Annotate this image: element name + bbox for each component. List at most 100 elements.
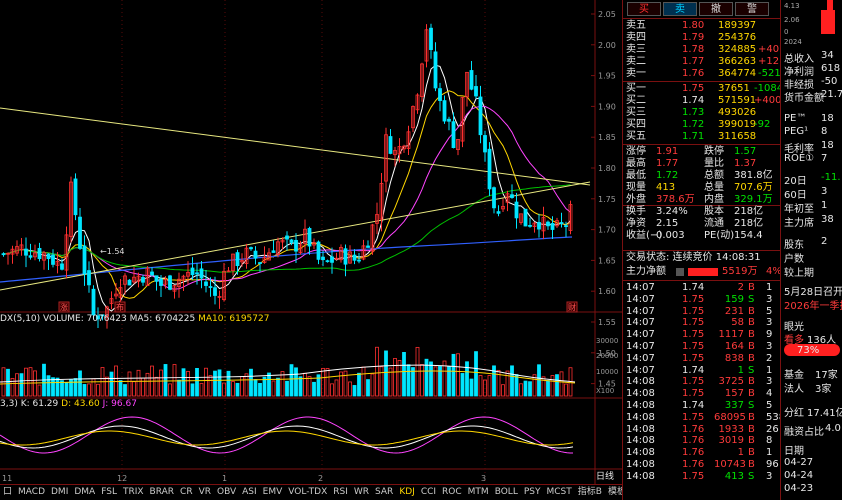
kdj-legend: 3,3) K: 61.29 D: 43.60 J: 96.67 bbox=[0, 399, 137, 409]
ask-label: 卖一 bbox=[626, 68, 646, 79]
volume-bar bbox=[501, 384, 505, 397]
indicator-tab[interactable]: 口 bbox=[0, 485, 15, 500]
price-tick-label: 1.80 bbox=[598, 164, 616, 173]
indicator-tab[interactable]: FSL bbox=[98, 485, 120, 500]
indicator-tab[interactable]: DMI bbox=[48, 485, 71, 500]
indicator-tab[interactable]: VOL-TDX bbox=[285, 485, 330, 500]
candle-body bbox=[1, 253, 6, 256]
candle-body bbox=[429, 27, 433, 50]
bid-label: 买四 bbox=[626, 119, 646, 130]
candle-body bbox=[141, 277, 145, 283]
volume-bar bbox=[348, 381, 352, 397]
trade-button[interactable]: 警 bbox=[735, 2, 769, 16]
indicator-tab[interactable]: MACD bbox=[15, 485, 48, 500]
indicator-tab[interactable]: EMV bbox=[260, 485, 286, 500]
volume-bar bbox=[82, 384, 87, 397]
volume-bar bbox=[555, 374, 559, 397]
main-flow-row: 主力净额 5519万 4% bbox=[626, 266, 782, 278]
volume-bar bbox=[172, 364, 177, 397]
volume-bar bbox=[118, 380, 123, 397]
ask-row[interactable]: 卖二 1.77 366263 +12 bbox=[626, 56, 779, 68]
ask-row[interactable]: 卖三 1.78 324885 +407 bbox=[626, 44, 785, 56]
ask-row[interactable]: 卖四 1.79 254376 bbox=[626, 32, 778, 44]
order-book-panel: 买卖撤警卖五 1.80 189397 卖四 1.79 254376 卖三 1.78 324885… bbox=[622, 0, 789, 500]
candle-body bbox=[510, 194, 514, 198]
candle-body bbox=[60, 263, 64, 270]
news-item[interactable]: 5月28日召开… bbox=[784, 283, 842, 298]
tick-price: 1.75 bbox=[682, 352, 705, 364]
fundamentals-panel: 4.13 2.06 0 2024 总收入 34 净利润 618 非经损 -50 货币金额 21.7 PE… bbox=[780, 0, 842, 500]
indicator-tab[interactable]: MCST bbox=[543, 485, 574, 500]
date-item[interactable]: 04-23 bbox=[784, 483, 813, 494]
tick-volume: 1 bbox=[737, 364, 744, 376]
indicator-tab[interactable]: TRIX bbox=[120, 485, 147, 500]
tick-direction: B bbox=[748, 423, 755, 435]
margin-label: 融资占比 bbox=[784, 427, 824, 438]
fundamental-label: 主力席 bbox=[784, 218, 814, 229]
news-item[interactable]: 2026年一季报 bbox=[784, 297, 842, 312]
mini-axis-label: 4.13 bbox=[784, 2, 800, 10]
bid-row[interactable]: 买二 1.74 571591 +400 bbox=[626, 95, 781, 107]
indicator-tab[interactable]: BRAR bbox=[147, 485, 177, 500]
stat-label: 股本 bbox=[704, 206, 724, 217]
bid-price: 1.71 bbox=[682, 131, 705, 142]
tick-count: 3 bbox=[766, 470, 773, 482]
indicator-tab[interactable]: SAR bbox=[372, 485, 396, 500]
ticks-header[interactable]: 日线 bbox=[596, 471, 626, 483]
trade-button[interactable]: 撤 bbox=[699, 2, 733, 16]
tick-price: 1.75 bbox=[682, 470, 705, 482]
bid-row[interactable]: 买一 1.75 37651 -10844 bbox=[626, 83, 789, 95]
indicator-tab[interactable]: DMA bbox=[71, 485, 98, 500]
indicator-tab[interactable]: 指标B bbox=[575, 485, 605, 500]
bid-row[interactable]: 买三 1.73 493026 bbox=[626, 107, 778, 119]
kline-chart[interactable]: 2.05 2.00 1.95 1.90 1.85 1.80 1.75 1.70 1.65 1.60… bbox=[0, 0, 622, 485]
trade-status: 交易状态: 连续竞价 14:08:31 bbox=[626, 252, 761, 263]
trade-button[interactable]: 卖 bbox=[663, 2, 697, 16]
fundamental-label: PEG¹ bbox=[784, 126, 809, 137]
volume-bar bbox=[249, 368, 253, 397]
trade-button[interactable]: 买 bbox=[627, 2, 661, 16]
volume-bar bbox=[519, 383, 523, 397]
volume-bar bbox=[429, 361, 433, 397]
bid-volume: 399019 bbox=[718, 119, 757, 130]
bid-row[interactable]: 买五 1.71 311658 bbox=[626, 131, 778, 143]
mini-axis-label: 2024 bbox=[784, 38, 802, 46]
volume-bar bbox=[528, 381, 532, 397]
volume-bar bbox=[330, 383, 334, 397]
indicator-tab[interactable]: ASI bbox=[239, 485, 260, 500]
tick-time: 14:07 bbox=[626, 305, 655, 317]
date-item[interactable]: 04-27 bbox=[784, 457, 813, 468]
volume-bar bbox=[370, 373, 375, 397]
indicator-tab[interactable]: KDJ bbox=[396, 485, 418, 500]
indicator-tab[interactable]: VR bbox=[196, 485, 214, 500]
indicator-tab[interactable]: CCI bbox=[418, 485, 439, 500]
date-item[interactable]: 04-24 bbox=[784, 470, 813, 481]
indicator-tab[interactable]: WR bbox=[351, 485, 372, 500]
volume-bar bbox=[564, 383, 568, 397]
volume-bar bbox=[352, 385, 357, 397]
indicator-tab[interactable]: CR bbox=[177, 485, 196, 500]
stat-row: 净资 2.15 流通 218亿 bbox=[626, 218, 778, 230]
fundamental-label: 60日 bbox=[784, 190, 807, 201]
tick-price: 1.76 bbox=[682, 423, 705, 435]
tick-count: 5 bbox=[766, 400, 773, 411]
volume-bar bbox=[154, 376, 159, 397]
main-flow-value: 5519万 bbox=[722, 266, 758, 277]
indicator-tab[interactable]: MTM bbox=[465, 485, 492, 500]
candle-body bbox=[258, 262, 262, 264]
ask-row[interactable]: 卖五 1.80 189397 bbox=[626, 20, 778, 32]
mini-revenue-bar bbox=[821, 10, 835, 34]
indicator-tab[interactable]: PSY bbox=[521, 485, 544, 500]
ask-row[interactable]: 卖一 1.76 364774 -521 bbox=[626, 68, 781, 80]
indicator-tab[interactable]: RSI bbox=[330, 485, 351, 500]
indicator-tab[interactable]: OBV bbox=[214, 485, 239, 500]
indicator-tab[interactable]: BOLL bbox=[492, 485, 521, 500]
volume-bar bbox=[411, 367, 415, 397]
volume-bar bbox=[136, 369, 141, 397]
fundamental-label: ROE① bbox=[784, 153, 815, 164]
bid-row[interactable]: 买四 1.72 399019 -92 bbox=[626, 119, 778, 131]
tick-time: 14:08 bbox=[626, 447, 655, 459]
ask-label: 卖三 bbox=[626, 44, 646, 55]
indicator-tab[interactable]: ROC bbox=[439, 485, 465, 500]
low-price-annotation: ←1.54 bbox=[100, 247, 125, 256]
